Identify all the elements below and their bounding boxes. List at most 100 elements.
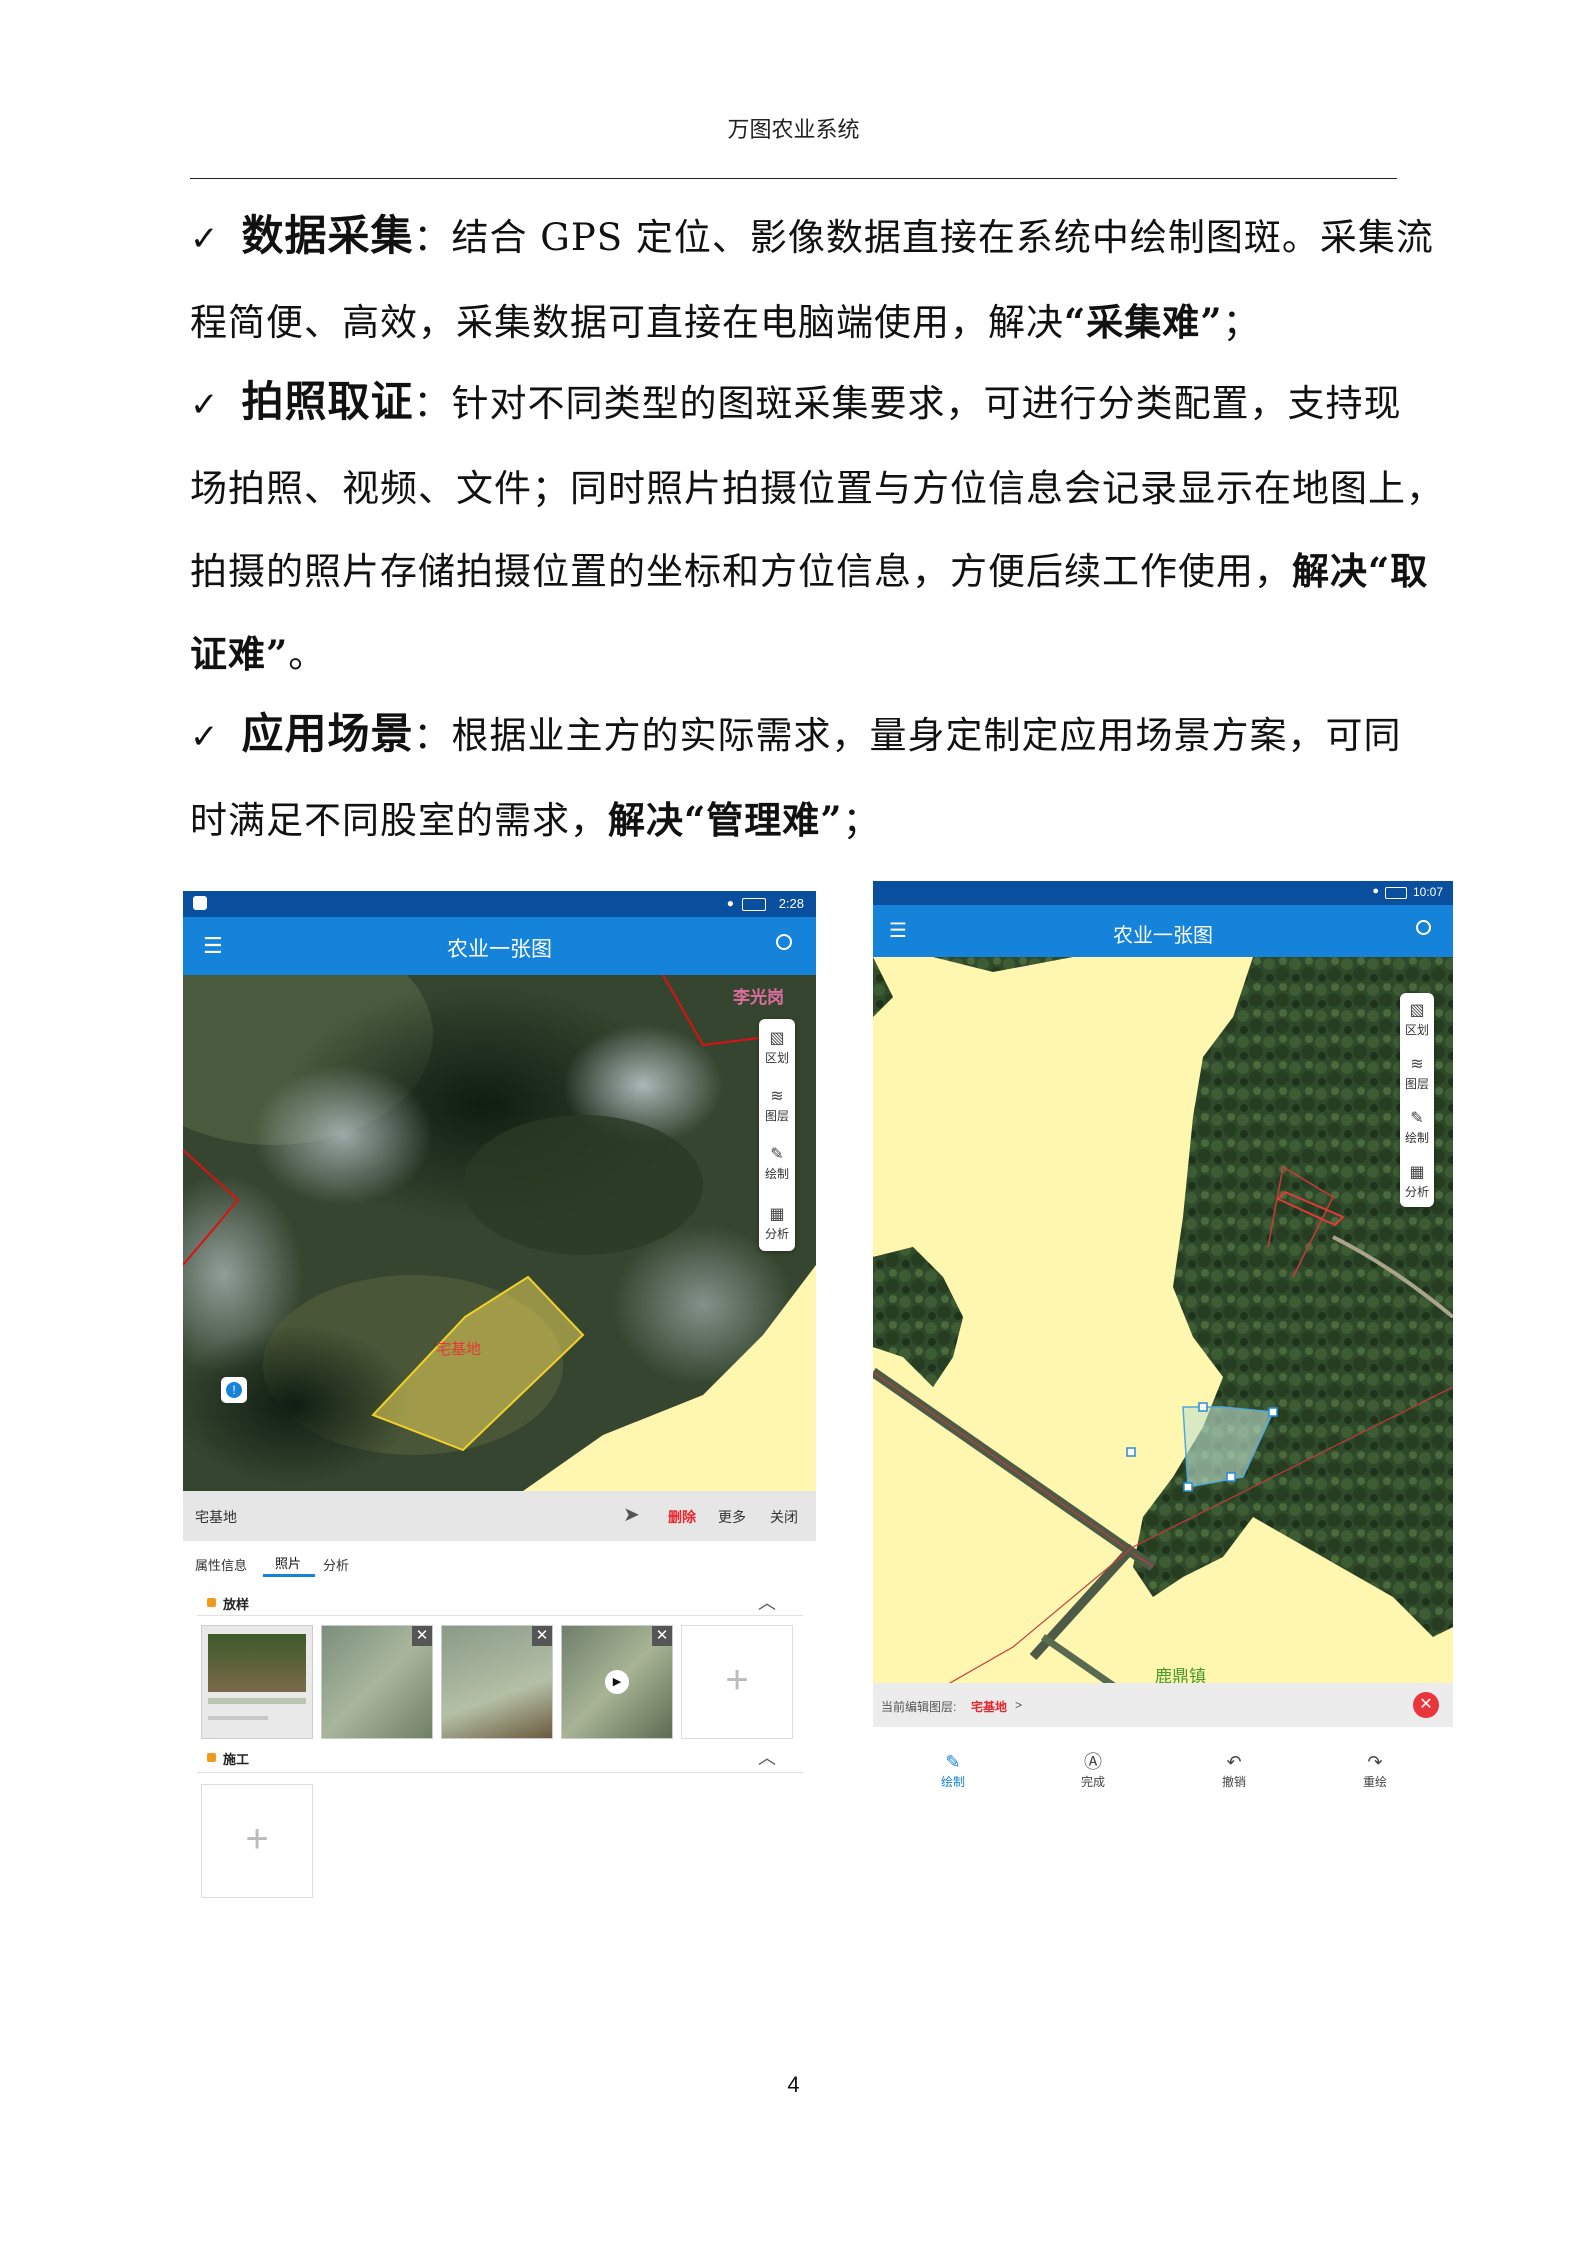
navigate-icon[interactable]: ➤ (623, 1502, 640, 1527)
section-divider (197, 1615, 803, 1616)
search-icon[interactable] (1416, 920, 1431, 935)
paragraph-text: 结合 GPS 定位、影像数据直接在系统中绘制图斑。采集流 (451, 216, 1434, 259)
nav-done[interactable]: Ⓐ 完成 (1063, 1751, 1123, 1790)
app-notification-icon (193, 896, 207, 910)
edit-layer-name: 宅基地 (971, 1700, 1008, 1714)
edit-layer-label: 当前编辑图层: (881, 1700, 957, 1714)
paragraph-line: 程简便、高效，采集数据可直接在电脑端使用，解决“采集难”； (190, 300, 1261, 344)
map-label-plot: 宅基地 (436, 1341, 482, 1358)
paragraph-lead: 拍照取证 (241, 377, 414, 426)
paragraph-text: 根据业主方的实际需求，量身定制定应用场景方案，可同 (451, 714, 1402, 757)
paragraph-line: ✓ 数据采集：结合 GPS 定位、影像数据直接在系统中绘制图斑。采集流 (190, 211, 1434, 260)
tool-region[interactable]: ▧ 区划 (1400, 1001, 1434, 1038)
region-icon: ▧ (1409, 1002, 1425, 1019)
status-time: 10:07 (1412, 885, 1443, 899)
map-label-village: 李光岗 (733, 988, 784, 1007)
paragraph-line: 时满足不同股室的需求，解决“管理难”； (190, 798, 881, 842)
paragraph-text: 针对不同类型的图斑采集要求，可进行分类配置，支持现 (451, 382, 1402, 425)
analysis-icon: ▦ (1409, 1164, 1425, 1181)
photo-thumbnail[interactable] (201, 1625, 313, 1739)
tab-photos[interactable]: 照片 (275, 1553, 301, 1572)
satellite-map[interactable]: 鹿鼎镇 ▧ 区划 ≋ 图层 ✎ 绘制 ▦ 分析 (873, 957, 1453, 1727)
bottom-nav: ✎ 绘制 Ⓐ 完成 ↶ 撤销 ↷ 重绘 (873, 1727, 1453, 1811)
chevron-right-icon: > (1015, 1698, 1023, 1712)
paragraph-line: 场拍照、视频、文件；同时照片拍摄位置与方位信息会记录显示在地图上， (190, 467, 1444, 510)
status-bar: 10:07 ● (873, 881, 1453, 905)
remove-photo-icon[interactable]: ✕ (532, 1626, 552, 1646)
section-marker-icon (207, 1598, 216, 1607)
tool-draw[interactable]: ✎ 绘制 (759, 1145, 795, 1182)
paragraph-line: ✓ 拍照取证：针对不同类型的图斑采集要求，可进行分类配置，支持现 (190, 377, 1402, 426)
photo-thumbnail[interactable]: ✕ (321, 1625, 433, 1739)
redo-icon: ↷ (1367, 1752, 1383, 1772)
video-thumbnail[interactable]: ✕ ▶ (561, 1625, 673, 1739)
nav-draw[interactable]: ✎ 绘制 (923, 1751, 983, 1790)
status-time: 2:28 (778, 896, 804, 911)
delete-button[interactable]: 删除 (668, 1507, 696, 1527)
add-photo-button[interactable]: + (201, 1784, 313, 1898)
paragraph-photo-evidence: ✓ 拍照取证：针对不同类型的图斑采集要求，可进行分类配置，支持现 场拍照、视频、文… (190, 360, 1444, 696)
more-button[interactable]: 更多 (718, 1507, 746, 1527)
phone-screenshot-right: 10:07 ● ☰ 农业一张图 鹿鼎镇 ▧ 区划 ≋ 图层 ✎ 绘制 ▦ 分析 … (873, 881, 1453, 1811)
draw-icon: ✎ (1410, 1110, 1424, 1127)
nav-undo[interactable]: ↶ 撤销 (1204, 1751, 1264, 1790)
document-header: 万图农业系统 (727, 118, 860, 143)
play-icon[interactable]: ▶ (605, 1670, 629, 1694)
draw-icon: ✎ (770, 1146, 784, 1163)
analysis-icon: ▦ (769, 1206, 785, 1223)
app-title: 农业一张图 (447, 938, 552, 961)
section-divider (197, 1772, 803, 1773)
tool-layers[interactable]: ≋ 图层 (759, 1087, 795, 1124)
phone-screenshot-left: 2:28 ● ☰ 农业一张图 李光岗 宅基地 ! ▧ 区划 ≋ 图层 ✎ 绘制 … (183, 891, 816, 1905)
layers-icon: ≋ (770, 1088, 784, 1105)
app-title: 农业一张图 (1113, 925, 1213, 947)
map-imagery (183, 975, 816, 1491)
map-toolbar: ▧ 区划 ≋ 图层 ✎ 绘制 ▦ 分析 (1400, 993, 1434, 1207)
app-bar: ☰ 农业一张图 (873, 905, 1453, 957)
region-icon: ▧ (769, 1030, 785, 1047)
remove-photo-icon[interactable]: ✕ (652, 1626, 672, 1646)
paragraph-line: 拍摄的照片存储拍摄位置的坐标和方位信息，方便后续工作使用，解决“取 (190, 549, 1429, 593)
check-icon: ✓ (190, 717, 220, 757)
info-button[interactable]: ! (221, 1377, 247, 1403)
close-button[interactable]: 关闭 (770, 1507, 798, 1527)
pen-icon: ✎ (945, 1752, 961, 1772)
undo-icon: ↶ (1226, 1752, 1242, 1772)
edit-layer-bar[interactable]: 当前编辑图层: 宅基地 > ✕ (873, 1683, 1453, 1727)
tool-draw[interactable]: ✎ 绘制 (1400, 1109, 1434, 1146)
remove-photo-icon[interactable]: ✕ (412, 1626, 432, 1646)
layers-icon: ≋ (1410, 1056, 1424, 1073)
section-marker-icon (207, 1753, 216, 1762)
page-number: 4 (787, 2072, 800, 2097)
paragraph-line: 证难”。 (190, 632, 327, 676)
map-imagery (873, 957, 1453, 1727)
nav-redraw[interactable]: ↷ 重绘 (1345, 1751, 1405, 1790)
paragraph-lead: 数据采集 (241, 211, 414, 260)
section-title-layout: 放样 (223, 1597, 250, 1612)
info-icon: ! (226, 1382, 242, 1398)
chevron-up-icon[interactable]: ︿ (758, 1589, 776, 1615)
battery-icon (1385, 887, 1407, 899)
battery-icon (742, 898, 766, 911)
tab-attributes[interactable]: 属性信息 (195, 1555, 247, 1574)
tool-layers[interactable]: ≋ 图层 (1400, 1055, 1434, 1092)
active-tab-indicator (263, 1574, 315, 1577)
location-icon: ● (726, 896, 734, 910)
status-bar: 2:28 ● (183, 891, 816, 917)
tool-region[interactable]: ▧ 区划 (759, 1029, 795, 1066)
paragraph-data-collection: ✓ 数据采集：结合 GPS 定位、影像数据直接在系统中绘制图斑。采集流 程简便、高… (190, 194, 1434, 364)
satellite-map[interactable]: 李光岗 宅基地 ! ▧ 区划 ≋ 图层 ✎ 绘制 ▦ 分析 (183, 975, 816, 1491)
cancel-edit-icon[interactable]: ✕ (1413, 1692, 1439, 1718)
tool-analysis[interactable]: ▦ 分析 (759, 1205, 795, 1242)
add-photo-button[interactable]: + (681, 1625, 793, 1739)
location-icon: ● (1372, 885, 1379, 897)
tab-analysis[interactable]: 分析 (323, 1555, 349, 1574)
search-icon[interactable] (776, 934, 792, 950)
check-icon: ✓ (190, 385, 220, 425)
section-title-construction: 施工 (223, 1752, 250, 1767)
chevron-up-icon[interactable]: ︿ (758, 1744, 776, 1770)
tool-analysis[interactable]: ▦ 分析 (1400, 1163, 1434, 1200)
paragraph-lead: 应用场景 (241, 709, 414, 758)
feature-sheet-header: 宅基地 ➤ 删除 更多 关闭 (183, 1491, 816, 1541)
photo-thumbnail[interactable]: ✕ (441, 1625, 553, 1739)
